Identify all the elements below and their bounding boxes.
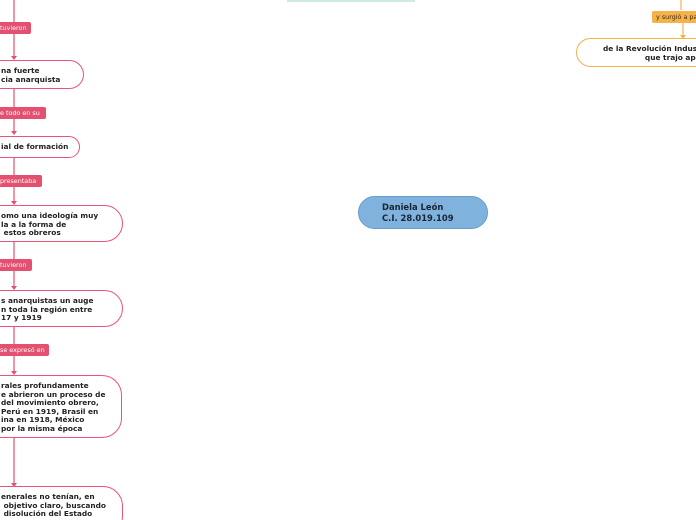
relation-tag[interactable]: tuvieron bbox=[0, 22, 31, 34]
relation-tag[interactable]: tuvieron bbox=[0, 259, 32, 271]
arrow-head bbox=[11, 131, 17, 135]
connector-lines bbox=[11, 0, 686, 487]
relation-tag-label: tuvieron bbox=[0, 261, 27, 269]
relation-tag[interactable]: presentaba bbox=[0, 175, 42, 187]
topic-node-text: s anarquistas un auge n toda la región e… bbox=[1, 296, 94, 323]
topic-node-text: na fuerte cia anarquista bbox=[1, 66, 61, 84]
topic-node[interactable]: s anarquistas un auge n toda la región e… bbox=[0, 290, 123, 327]
central-topic[interactable]: Daniela León C.I. 28.019.109 bbox=[358, 196, 488, 229]
topic-node[interactable]: de la Revolución Indust que trajo apa bbox=[576, 38, 696, 67]
mind-map-canvas: tuvieron e todo en su presentaba tuviero… bbox=[0, 0, 696, 520]
topic-node-text: de la Revolución Indust que trajo apa bbox=[603, 44, 696, 62]
relation-tag-label: presentaba bbox=[0, 177, 37, 185]
central-topic-line1: Daniela León bbox=[382, 202, 444, 212]
central-topic-line2: C.I. 28.019.109 bbox=[382, 212, 454, 223]
topic-node-text: rales profundamente e abrieron un proces… bbox=[1, 381, 106, 433]
relation-tag[interactable]: e todo en su bbox=[0, 107, 46, 119]
topic-node-text: omo una ideología muy la a la forma de e… bbox=[1, 211, 99, 238]
topic-node[interactable]: enerales no tenían, en objetivo claro, b… bbox=[0, 486, 123, 520]
topic-node[interactable]: rales profundamente e abrieron un proces… bbox=[0, 375, 122, 438]
relation-tag[interactable]: se expresó en bbox=[0, 344, 49, 356]
relation-tag-label: tuvieron bbox=[0, 24, 27, 32]
topic-node[interactable]: omo una ideología muy la a la forma de e… bbox=[0, 205, 123, 242]
topic-node[interactable]: ial de formación bbox=[0, 136, 80, 158]
relation-tag[interactable]: y surgió a pa bbox=[652, 11, 696, 23]
topic-node-text: ial de formación bbox=[1, 142, 69, 151]
relation-tag-label: y surgió a pa bbox=[656, 13, 696, 21]
relation-tag-label: e todo en su bbox=[0, 109, 40, 117]
topic-node[interactable]: na fuerte cia anarquista bbox=[0, 60, 84, 89]
relation-tag-label: se expresó en bbox=[0, 346, 45, 354]
topic-node-text: enerales no tenían, en objetivo claro, b… bbox=[1, 492, 106, 519]
